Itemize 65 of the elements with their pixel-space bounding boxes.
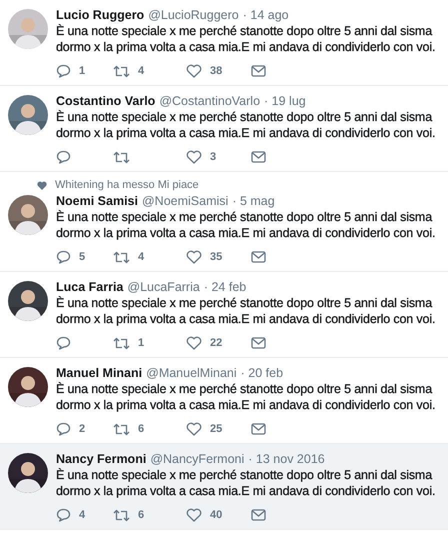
- like-count: 22: [210, 337, 222, 349]
- mail-icon[interactable]: [251, 151, 266, 163]
- mail-icon[interactable]: [251, 65, 266, 77]
- tweet-time[interactable]: · 24 feb: [204, 279, 246, 295]
- reply-count: 1: [79, 65, 86, 77]
- retweet-icon[interactable]: [113, 508, 130, 522]
- reply-count: 4: [79, 509, 86, 521]
- user-handle[interactable]: @CostantinoVarlo: [159, 93, 260, 109]
- user-name[interactable]: Lucio Ruggero: [56, 7, 144, 23]
- reply-count: 5: [79, 251, 86, 263]
- tweet-text: È una notte speciale x me perché stanotte dopo oltre 5 anni dal sisma dormo x la prima volta a casa mia.E mi andava di condividerlo con voi.: [56, 467, 436, 499]
- user-handle[interactable]: @NoemiSamisi: [142, 193, 228, 209]
- heart-icon[interactable]: [186, 422, 202, 436]
- user-handle[interactable]: @LucioRuggero: [148, 7, 239, 23]
- user-name[interactable]: Luca Farria: [56, 279, 124, 295]
- user-name[interactable]: Costantino Varlo: [56, 93, 156, 109]
- retweet-icon[interactable]: [113, 422, 130, 436]
- tweet-time[interactable]: · 5 mag: [232, 193, 275, 209]
- tweet-time[interactable]: · 14 ago: [242, 7, 289, 23]
- mail-icon[interactable]: [251, 251, 266, 263]
- reply-icon[interactable]: [56, 422, 71, 436]
- user-name[interactable]: Manuel Minani: [56, 365, 142, 381]
- heart-icon[interactable]: [186, 250, 202, 264]
- reply-icon[interactable]: [56, 508, 71, 522]
- retweet-icon[interactable]: [113, 150, 130, 164]
- like-count: 25: [210, 423, 222, 435]
- user-name[interactable]: Nancy Fermoni: [56, 451, 146, 467]
- mail-icon[interactable]: [251, 337, 266, 349]
- reply-icon[interactable]: [56, 64, 71, 78]
- tweet-text: È una notte speciale x me perché stanotte dopo oltre 5 anni dal sisma dormo x la prima volta a casa mia.E mi andava di condividerlo con voi.: [56, 23, 436, 55]
- retweet-count: 6: [138, 509, 144, 521]
- user-handle[interactable]: @ManuelMinani: [146, 365, 237, 381]
- tweet-text: È una notte speciale x me perché stanotte dopo oltre 5 anni dal sisma dormo x la prima volta a casa mia.E mi andava di condividerlo con voi.: [56, 295, 436, 327]
- tweet-text: È una notte speciale x me perché stanotte dopo oltre 5 anni dal sisma dormo x la prima volta a casa mia.E mi andava di condividerlo con voi.: [56, 381, 436, 413]
- retweet-icon[interactable]: [113, 64, 130, 78]
- retweet-icon[interactable]: [113, 336, 130, 350]
- retweet-count: 6: [138, 423, 144, 435]
- heart-icon[interactable]: [186, 508, 202, 522]
- reply-icon[interactable]: [56, 150, 71, 164]
- like-count: 3: [210, 151, 216, 163]
- reply-icon[interactable]: [56, 250, 71, 264]
- heart-icon[interactable]: [186, 64, 202, 78]
- tweet-text: È una notte speciale x me perché stanotte dopo oltre 5 anni dal sisma dormo x la prima volta a casa mia.E mi andava di condividerlo con voi.: [56, 209, 436, 241]
- mail-icon[interactable]: [251, 509, 266, 521]
- like-count: 40: [210, 509, 222, 521]
- retweet-count: 1: [138, 337, 144, 349]
- mail-icon[interactable]: [251, 423, 266, 435]
- heart-icon[interactable]: [186, 150, 202, 164]
- context-label: Whitening ha messo Mi piace: [55, 179, 199, 191]
- heart-icon: [37, 180, 47, 190]
- user-handle[interactable]: @NancyFermoni: [150, 451, 244, 467]
- tweet-text: È una notte speciale x me perché stanotte dopo oltre 5 anni dal sisma dormo x la prima volta a casa mia.E mi andava di condividerlo con voi.: [56, 109, 436, 141]
- tweet-time[interactable]: · 13 nov 2016: [248, 451, 325, 467]
- user-name[interactable]: Noemi Samisi: [56, 193, 138, 209]
- retweet-icon[interactable]: [113, 250, 130, 264]
- retweet-count: 4: [138, 65, 144, 77]
- reply-icon[interactable]: [56, 336, 71, 350]
- heart-icon[interactable]: [186, 336, 202, 350]
- tweet-time[interactable]: · 20 feb: [240, 365, 284, 381]
- reply-count: 2: [79, 423, 86, 435]
- tweet-time[interactable]: · 19 lug: [264, 93, 306, 109]
- like-count: 38: [210, 65, 222, 77]
- user-handle[interactable]: @LucaFarria: [127, 279, 200, 295]
- like-count: 35: [210, 251, 222, 263]
- retweet-count: 4: [138, 251, 144, 263]
